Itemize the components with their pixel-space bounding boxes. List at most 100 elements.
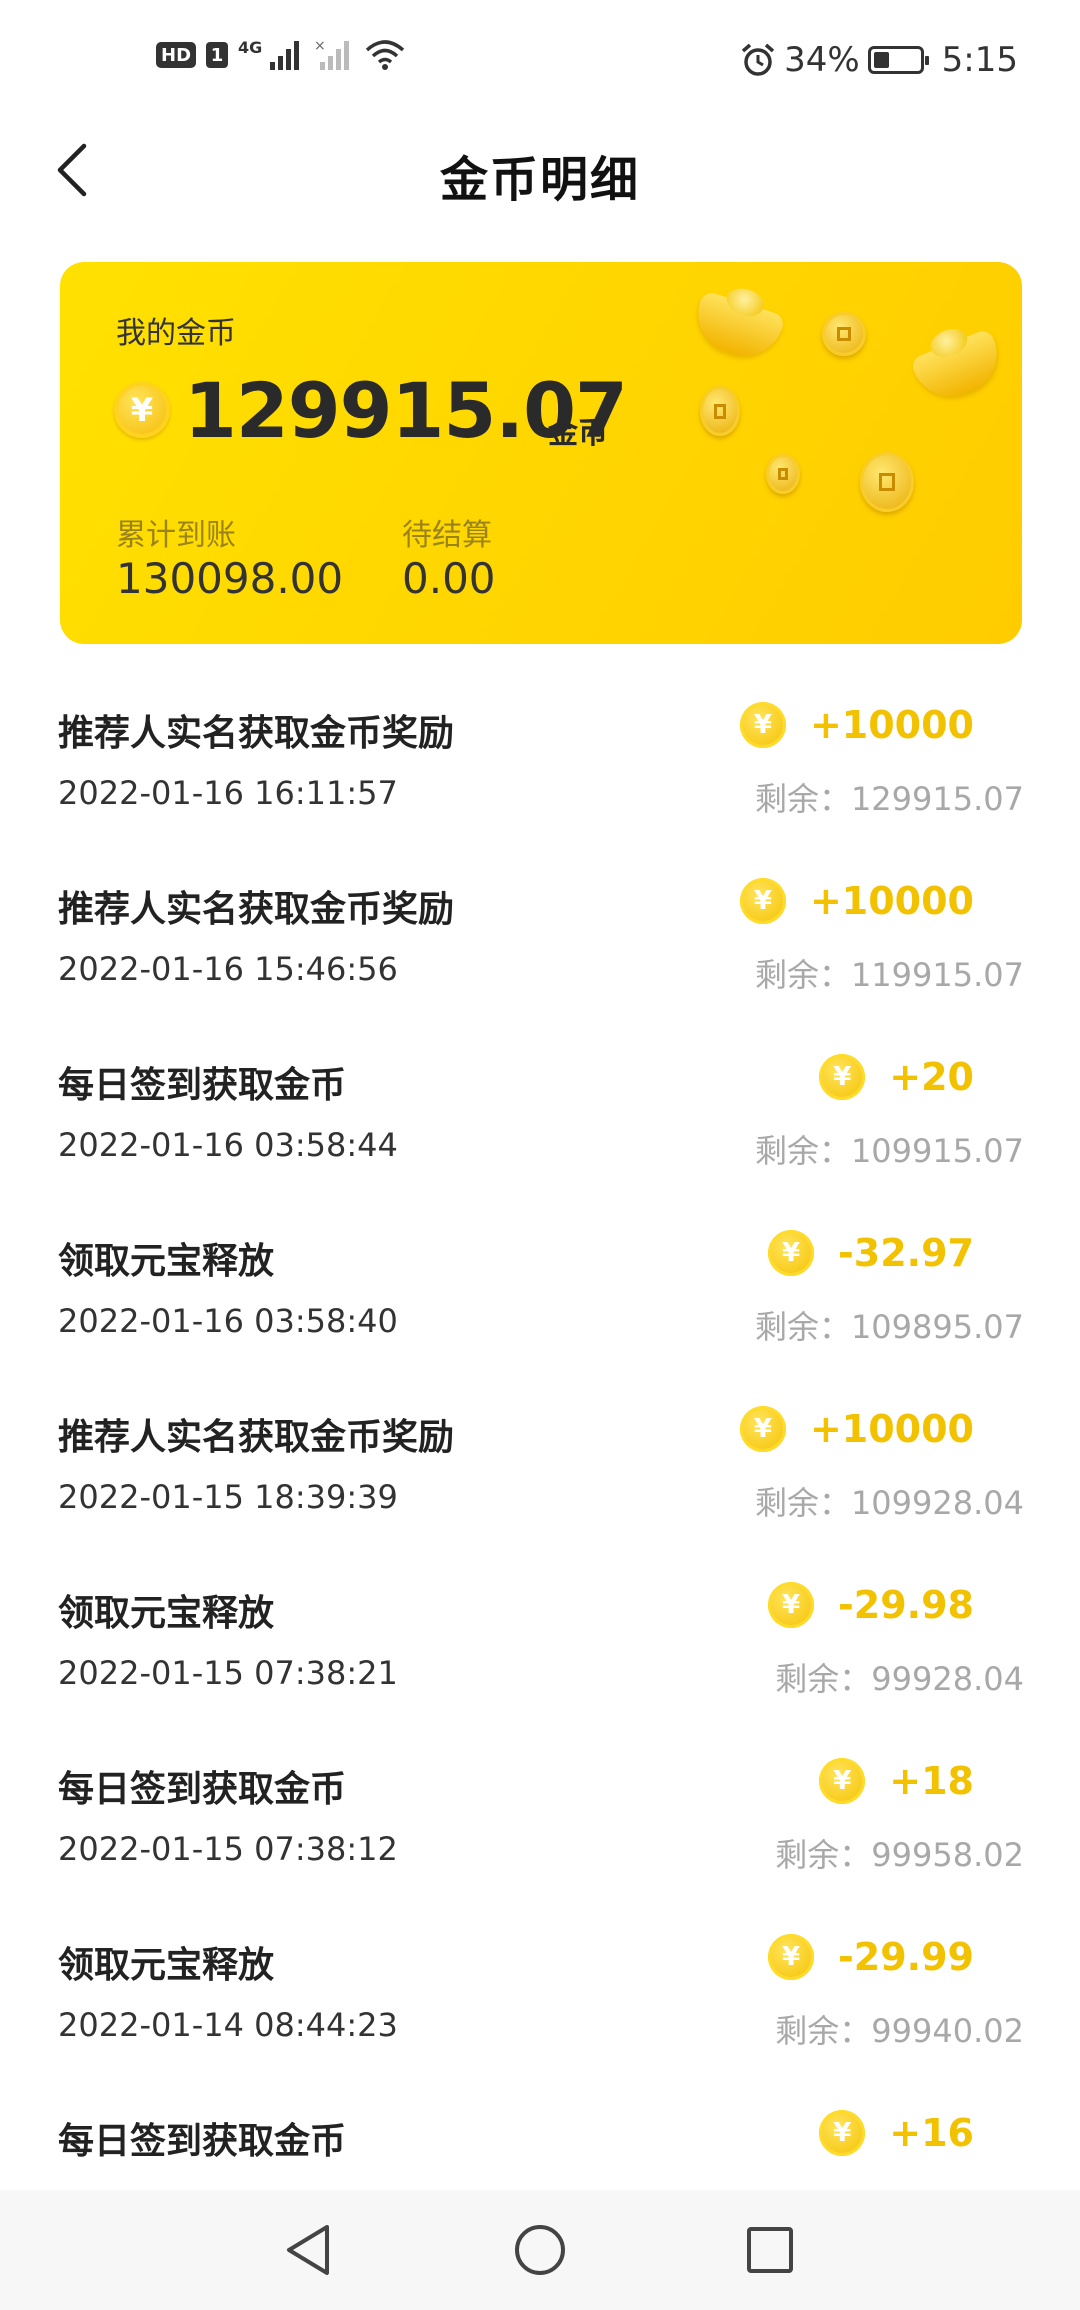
- total-received-label: 累计到账: [116, 518, 236, 553]
- remaining-balance: 剩余：99940.02: [775, 2012, 1024, 2050]
- total-received-value: 130098.00: [116, 554, 344, 603]
- app-header: 金币明细: [0, 120, 1080, 220]
- yuan-coin-icon: ¥: [739, 878, 786, 924]
- yuan-coin-icon: ¥: [739, 1406, 786, 1452]
- wifi-icon: [366, 40, 405, 70]
- status-right: 34% 5:15: [740, 40, 1018, 80]
- network-label: 4G: [238, 38, 263, 57]
- transaction-right: ¥ -29.98 剩余：99928.04: [664, 1582, 1024, 1702]
- transaction-amount: +16: [889, 2111, 974, 2155]
- remaining-balance: 剩余：119915.07: [754, 956, 1024, 994]
- transaction-title: 领取元宝释放: [58, 1945, 275, 1986]
- transaction-amount: -32.97: [838, 1231, 974, 1275]
- transaction-amount: +20: [889, 1055, 974, 1099]
- remaining-balance: 剩余：129915.07: [754, 780, 1024, 818]
- home-circle-icon: [515, 2225, 565, 2275]
- transaction-title: 推荐人实名获取金币奖励: [58, 1417, 455, 1458]
- transaction-date: 2022-01-15 07:38:21: [58, 1654, 398, 1692]
- amount-group: ¥ -29.99: [768, 1934, 974, 1980]
- my-gold-label: 我的金币: [116, 316, 236, 351]
- amount-group: ¥ +10000: [739, 1406, 974, 1452]
- remaining-balance: 剩余：99928.04: [775, 1660, 1024, 1698]
- ancient-coin-icon: [700, 386, 740, 436]
- gold-summary-card: 我的金币 ¥ 129915.07 金币 累计到账 130098.00 待结算 0…: [60, 262, 1022, 644]
- list-item: 每日签到获取金币 2022-01-15 07:38:12 ¥ +18 剩余：99…: [0, 1700, 1080, 1876]
- transaction-title: 推荐人实名获取金币奖励: [58, 713, 455, 754]
- nav-back-button[interactable]: [278, 2220, 338, 2280]
- battery-percent: 34%: [784, 40, 860, 80]
- transaction-right: ¥ -32.97 剩余：109895.07: [664, 1230, 1024, 1350]
- pending-label: 待结算: [402, 518, 492, 553]
- amount-group: ¥ +20: [819, 1054, 974, 1100]
- yuan-coin-icon: ¥: [819, 1758, 866, 1804]
- transaction-right: ¥ +20 剩余：109915.07: [664, 1054, 1024, 1174]
- back-triangle-icon: [287, 2225, 329, 2275]
- nav-home-button[interactable]: [510, 2220, 570, 2280]
- status-left: HD 1 4G ×: [156, 38, 406, 72]
- transaction-date: 2022-01-16 03:58:40: [58, 1302, 398, 1340]
- transaction-right: ¥ +18 剩余：99958.02: [664, 1758, 1024, 1878]
- list-item: 推荐人实名获取金币奖励 2022-01-16 16:11:57 ¥ +10000…: [0, 644, 1080, 820]
- transaction-amount: +10000: [809, 703, 974, 747]
- remaining-balance: 剩余：109928.04: [754, 1484, 1024, 1522]
- yuan-coin-icon: ¥: [768, 1230, 815, 1276]
- remaining-balance: 剩余：109915.07: [754, 1132, 1024, 1170]
- transaction-amount: +18: [889, 1759, 974, 1803]
- amount-group: ¥ +10000: [739, 878, 974, 924]
- transaction-title: 每日签到获取金币: [58, 1065, 347, 1106]
- yuan-coin-icon: ¥: [819, 2110, 866, 2156]
- amount-group: ¥ -32.97: [768, 1230, 974, 1276]
- recents-square-icon: [747, 2227, 793, 2273]
- transaction-right: ¥ +10000 剩余：119915.07: [664, 878, 1024, 998]
- list-item: 每日签到获取金币 2022-01-16 03:58:44 ¥ +20 剩余：10…: [0, 996, 1080, 1172]
- list-item: 推荐人实名获取金币奖励 2022-01-16 15:46:56 ¥ +10000…: [0, 820, 1080, 996]
- remaining-balance: 剩余：109895.07: [754, 1308, 1024, 1346]
- gold-ingot-icon: [909, 327, 1009, 409]
- svg-text:×: ×: [314, 38, 326, 54]
- alarm-icon: [741, 43, 775, 76]
- transaction-right: ¥ +10000 剩余：109928.04: [664, 1406, 1024, 1526]
- yuan-coin-icon: ¥: [114, 382, 170, 438]
- list-item: 领取元宝释放 2022-01-16 03:58:40 ¥ -32.97 剩余：1…: [0, 1172, 1080, 1348]
- transaction-date: 2022-01-16 03:58:44: [58, 1126, 398, 1164]
- sim-badge: 1: [206, 42, 229, 68]
- transaction-title: 推荐人实名获取金币奖励: [58, 889, 455, 930]
- navigation-bar: [0, 2190, 1080, 2310]
- gold-ingot-icon: [688, 289, 786, 367]
- amount-group: ¥ +10000: [739, 702, 974, 748]
- yuan-coin-icon: ¥: [739, 702, 786, 748]
- yuan-coin-icon: ¥: [768, 1934, 815, 1980]
- list-item: 领取元宝释放 2022-01-14 08:44:23 ¥ -29.99 剩余：9…: [0, 1876, 1080, 2052]
- page-title: 金币明细: [439, 152, 640, 208]
- list-item: 领取元宝释放 2022-01-15 07:38:21 ¥ -29.98 剩余：9…: [0, 1524, 1080, 1700]
- nav-recents-button[interactable]: [740, 2220, 800, 2280]
- yuan-coin-icon: ¥: [819, 1054, 866, 1100]
- yuan-coin-icon: ¥: [768, 1582, 815, 1628]
- transaction-title: 领取元宝释放: [58, 1241, 275, 1282]
- remaining-balance: 剩余：99958.02: [775, 1836, 1024, 1874]
- gold-unit: 金币: [548, 416, 608, 451]
- ancient-coin-icon: [822, 312, 866, 356]
- ancient-coin-icon: [766, 454, 800, 494]
- signal-icon: [270, 41, 300, 70]
- ancient-coin-icon: [860, 452, 914, 512]
- transaction-amount: +10000: [809, 879, 974, 923]
- battery-icon: [867, 46, 929, 74]
- amount-group: ¥ +18: [819, 1758, 974, 1804]
- list-item: 推荐人实名获取金币奖励 2022-01-15 18:39:39 ¥ +10000…: [0, 1348, 1080, 1524]
- transaction-amount: +10000: [809, 1407, 974, 1451]
- transaction-amount: -29.98: [838, 1583, 974, 1627]
- transaction-date: 2022-01-16 16:11:57: [58, 774, 398, 812]
- transaction-date: 2022-01-15 18:39:39: [58, 1478, 398, 1516]
- transaction-date: 2022-01-16 15:46:56: [58, 950, 398, 988]
- transaction-title: 领取元宝释放: [58, 1593, 275, 1634]
- transaction-title: 每日签到获取金币: [58, 1769, 347, 1810]
- transaction-right: ¥ +10000 剩余：129915.07: [664, 702, 1024, 822]
- pending-value: 0.00: [402, 554, 496, 603]
- transaction-date: 2022-01-15 07:38:12: [58, 1830, 398, 1868]
- transaction-right: ¥ -29.99 剩余：99940.02: [664, 1934, 1024, 2054]
- battery-level: [873, 52, 889, 68]
- transaction-amount: -29.99: [838, 1935, 974, 1979]
- status-bar: HD 1 4G × 34% 5:15: [0, 0, 1080, 120]
- amount-group: ¥ -29.98: [768, 1582, 974, 1628]
